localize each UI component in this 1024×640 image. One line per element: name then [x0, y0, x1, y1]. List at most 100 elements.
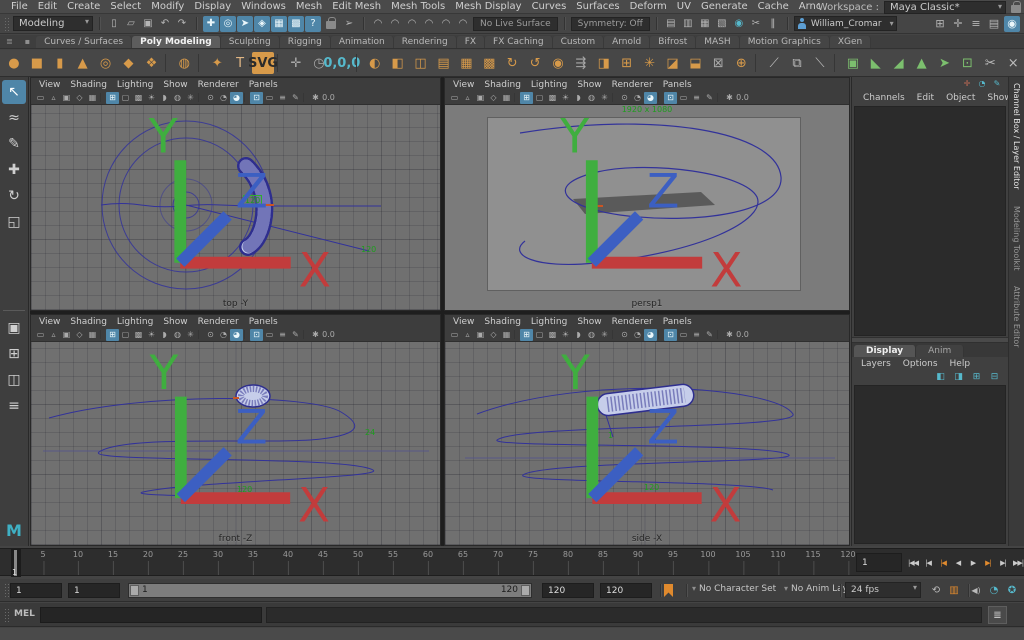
channel-sliders-icon[interactable]: ≡	[968, 16, 984, 32]
menu-display[interactable]: Display	[189, 1, 236, 12]
frame-tick-65[interactable]: 65	[458, 550, 468, 575]
menu-panels[interactable]: Panels	[244, 80, 283, 90]
camera-attributes-icon[interactable]: ▣	[60, 329, 73, 341]
menu-renderer[interactable]: Renderer	[193, 317, 244, 327]
anti-alias-icon[interactable]: ✳	[184, 329, 197, 341]
textured-icon[interactable]: ▩	[132, 92, 145, 104]
xray-joints-icon[interactable]: ◕	[230, 328, 243, 341]
viewport-gradient-icon[interactable]: ◉	[1004, 15, 1020, 32]
playback-end-field[interactable]: 120	[542, 583, 594, 598]
user-account-chip[interactable]: William_Cromar	[793, 16, 897, 31]
undo-icon[interactable]: ↶	[157, 16, 173, 32]
menu-shading[interactable]: Shading	[479, 80, 526, 90]
scale-tool-icon[interactable]: ◱	[2, 210, 26, 234]
single-pane-layout-button[interactable]: ▣	[2, 316, 26, 340]
select-tool-icon[interactable]: ↖	[2, 80, 26, 104]
tab-mash[interactable]: MASH	[696, 36, 740, 48]
go-to-start-button[interactable]: |◀◀	[906, 552, 920, 573]
frame-tick-60[interactable]: 60	[423, 550, 433, 575]
relax-brush-icon[interactable]: ◣	[865, 52, 887, 74]
menu-lighting[interactable]: Lighting	[526, 317, 572, 327]
lock-camera-icon[interactable]: ▵	[461, 92, 474, 104]
live-surface-field[interactable]: No Live Surface	[473, 16, 558, 31]
lock-camera-icon[interactable]: ▵	[461, 329, 474, 341]
snap-grid-icon[interactable]: ◠	[370, 16, 386, 32]
render-frame-icon[interactable]: ▤	[663, 16, 679, 32]
select-camera-icon[interactable]: ▭	[448, 329, 461, 341]
viewport-top[interactable]: View Shading Lighting Show Renderer Panels ▭ ▵…	[30, 77, 441, 311]
menu-modify[interactable]: Modify	[146, 1, 189, 12]
wireframe-icon[interactable]: ⊞	[520, 328, 533, 341]
grease-pencil-icon[interactable]: ✎	[289, 329, 302, 341]
auto-key-icon[interactable]: ✪	[1004, 582, 1020, 598]
hud-icon[interactable]: ≡	[690, 329, 703, 341]
grease-pencil-icon[interactable]: ✎	[289, 92, 302, 104]
camera-attributes-icon[interactable]: ▣	[474, 329, 487, 341]
frame-tick-70[interactable]: 70	[493, 550, 503, 575]
viewport-persp[interactable]: View Shading Lighting Show Renderer Panels ▭ ▵…	[444, 77, 850, 311]
rotate-tool-icon[interactable]: ↻	[2, 184, 26, 208]
platonic-solid-icon[interactable]: ◍	[173, 52, 195, 74]
select-hierarchy-mask-icon[interactable]: ✚	[203, 15, 219, 32]
loop-playback-icon[interactable]: ⟲	[928, 582, 944, 598]
ipr-render-icon[interactable]: ▥	[680, 16, 696, 32]
character-controls-icon[interactable]: ✛	[950, 16, 966, 32]
xray-icon[interactable]: ◔	[217, 92, 230, 104]
combine-icon[interactable]: ◧	[387, 52, 409, 74]
lock-camera-icon[interactable]: ▵	[47, 92, 60, 104]
range-slider[interactable]: 1 120	[128, 583, 532, 598]
menu-set-dropdown[interactable]: Modeling	[13, 16, 93, 31]
point-mask-icon[interactable]: ◈	[254, 15, 270, 32]
xray-joints-icon[interactable]: ◕	[644, 328, 657, 341]
fill-hole-icon[interactable]: ▦	[455, 52, 477, 74]
edge-loop-icon[interactable]: ⧉	[786, 52, 808, 74]
smooth-shade-icon[interactable]: ▢	[119, 329, 132, 341]
menu-show[interactable]: Show	[572, 317, 606, 327]
move-tool-icon[interactable]: ✚	[2, 158, 26, 182]
create-layer-from-selected-icon[interactable]: ⊟	[988, 371, 1001, 383]
spin-edge-icon[interactable]: ↻	[501, 52, 523, 74]
film-gate-icon[interactable]: ▭	[263, 92, 276, 104]
svg-tool-icon[interactable]: SVG	[248, 52, 278, 74]
exposure-icon[interactable]: ✱	[723, 92, 736, 104]
smooth-shade-icon[interactable]: ▢	[533, 92, 546, 104]
drag-grip[interactable]	[4, 608, 9, 622]
occlusion-icon[interactable]: ◍	[585, 329, 598, 341]
workspace-dropdown[interactable]: Maya Classic*	[884, 0, 1006, 14]
lasso-tool-icon[interactable]: ≈	[2, 106, 26, 130]
smooth-shade-icon[interactable]: ▢	[533, 329, 546, 341]
poly-plane-icon[interactable]: ◆	[118, 52, 140, 74]
xray-icon[interactable]: ◔	[217, 329, 230, 341]
go-to-end-button[interactable]: ▶▶|	[1011, 552, 1024, 573]
cut-faces-icon[interactable]: ▲	[911, 52, 933, 74]
menu-renderer[interactable]: Renderer	[607, 317, 658, 327]
render-settings-icon[interactable]: ▧	[714, 16, 730, 32]
viewport-persp-canvas[interactable]: 1920 x 1080 Y X Z persp1	[445, 105, 849, 310]
menu-object[interactable]: Object	[940, 93, 981, 103]
textured-icon[interactable]: ▩	[546, 92, 559, 104]
menu-shading[interactable]: Shading	[65, 317, 112, 327]
xray-joints-icon[interactable]: ◕	[644, 91, 657, 104]
anti-alias-icon[interactable]: ✳	[184, 92, 197, 104]
four-pane-layout-button[interactable]: ⊞	[2, 342, 26, 366]
menu-uv[interactable]: UV	[672, 1, 696, 12]
occlusion-icon[interactable]: ◍	[171, 329, 184, 341]
menu-select[interactable]: Select	[105, 1, 146, 12]
menu-mesh-display[interactable]: Mesh Display	[450, 1, 526, 12]
xray-icon[interactable]: ◔	[631, 329, 644, 341]
channel-box-list[interactable]	[854, 106, 1006, 336]
origin-locator-icon[interactable]: 0,0,0	[323, 52, 360, 74]
snap-view-plane-icon[interactable]: ◠	[438, 16, 454, 32]
scissors-icon[interactable]: ✂	[979, 52, 1001, 74]
command-language-toggle[interactable]: MEL	[14, 609, 35, 619]
poly-disc-icon[interactable]: ❖	[140, 52, 162, 74]
exposure-value[interactable]: 0.0	[736, 92, 749, 104]
set-selected-layers-icon[interactable]: ◨	[952, 371, 965, 383]
current-frame-marker[interactable]: 1	[11, 549, 21, 577]
shelf-menu-icon[interactable]: ≣	[0, 37, 19, 48]
tab-custom[interactable]: Custom	[552, 36, 605, 48]
playblast-icon[interactable]: ▥	[946, 582, 962, 598]
grease-pencil-icon[interactable]: ✎	[703, 92, 716, 104]
camera-attributes-icon[interactable]: ▣	[60, 92, 73, 104]
menu-surfaces[interactable]: Surfaces	[571, 1, 624, 12]
